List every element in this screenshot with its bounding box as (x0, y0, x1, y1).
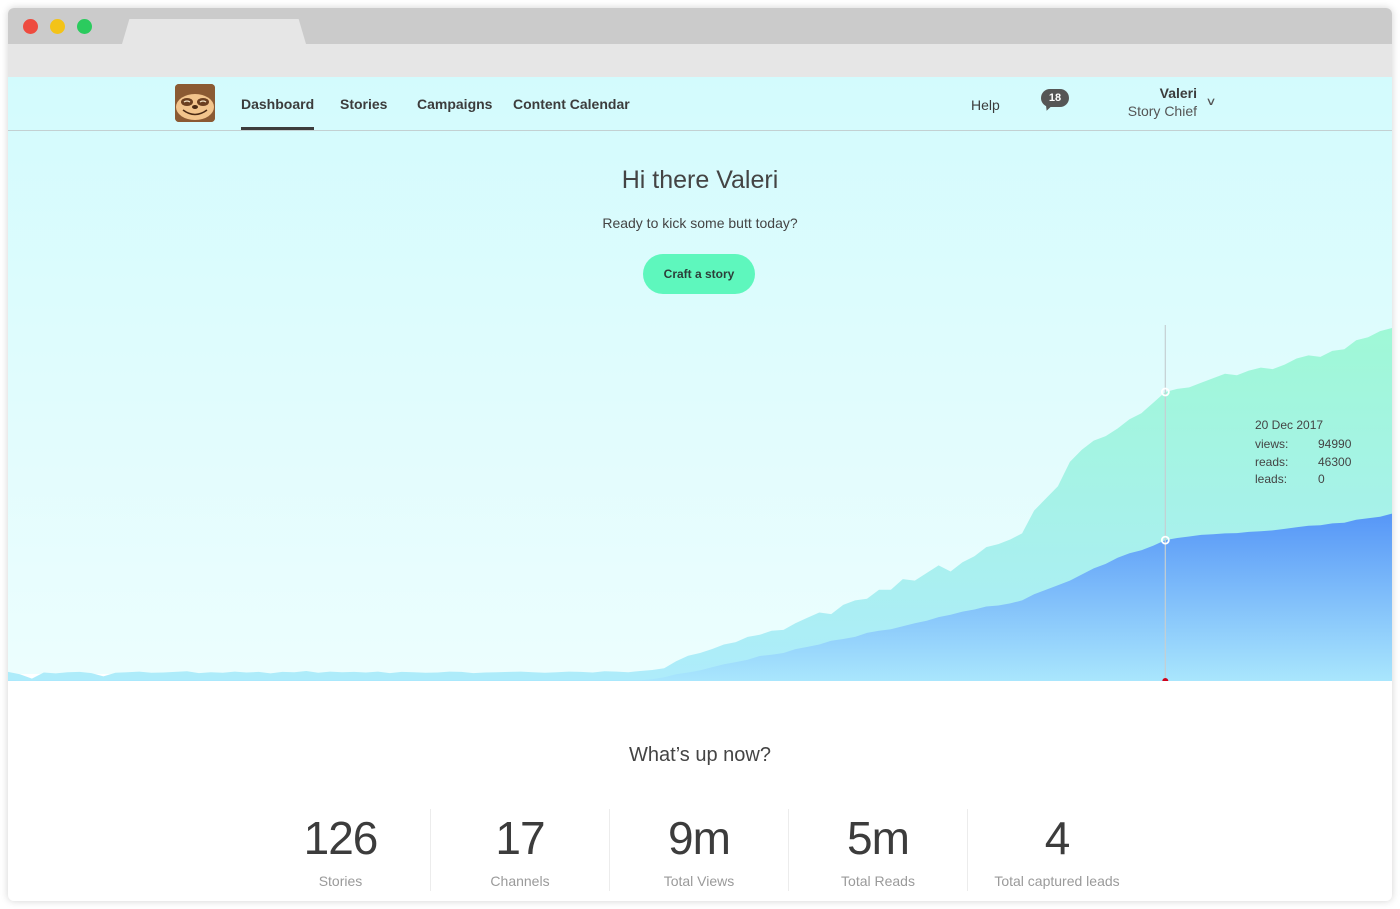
nav-stories[interactable]: Stories (340, 96, 387, 112)
stat-value: 17 (495, 812, 545, 864)
stat-value: 5m (847, 812, 910, 864)
maximize-window-button[interactable] (77, 19, 92, 34)
tooltip-value: 94990 (1318, 437, 1352, 451)
tooltip-label: views: (1255, 437, 1289, 451)
tooltip-date: 20 Dec 2017 (1255, 418, 1324, 432)
stat-label: Total Views (663, 873, 735, 889)
greeting-subtitle: Ready to kick some butt today? (602, 215, 798, 231)
stat-channels: 17 Channels (430, 809, 609, 891)
tooltip-row-views: views: 94990 (1255, 437, 1351, 455)
nav-campaigns[interactable]: Campaigns (417, 96, 492, 112)
tooltip-value: 46300 (1318, 454, 1352, 469)
user-menu[interactable]: Valeri Story Chief (1128, 85, 1197, 119)
active-tab-indicator (241, 127, 314, 130)
greeting-heading: Hi there Valeri (621, 166, 779, 194)
stat-label: Total captured leads (994, 873, 1120, 889)
tooltip-label: reads: (1255, 454, 1289, 469)
app: 20 Dec 2017 views: 94990 reads: 46300 le… (8, 77, 1392, 901)
nav-content-calendar[interactable]: Content Calendar (513, 96, 630, 112)
stat-total-leads: 4 Total captured leads (967, 809, 1146, 891)
help-link[interactable]: Help (971, 97, 1000, 113)
stat-label: Total Reads (841, 873, 915, 889)
chevron-down-icon[interactable]: ∨ (1205, 95, 1216, 108)
stats-heading: What’s up now? (629, 744, 771, 766)
tooltip-row-reads: reads: 46300 (1255, 455, 1351, 473)
user-name: Valeri (1159, 85, 1197, 101)
tooltip-value: 0 (1318, 472, 1325, 486)
tooltip-row-leads: leads: 0 (1255, 472, 1351, 490)
minimize-window-button[interactable] (50, 19, 65, 34)
tooltip-label: leads: (1255, 472, 1288, 486)
stat-value: 4 (1044, 812, 1071, 864)
browser-toolbar (8, 44, 1392, 77)
craft-story-button[interactable]: Craft a story (643, 254, 755, 294)
stat-stories: 126 Stories (251, 809, 430, 891)
stat-label: Stories (318, 873, 363, 889)
sloth-logo-icon[interactable] (175, 84, 215, 122)
hero-section: 20 Dec 2017 views: 94990 reads: 46300 le… (8, 77, 1392, 681)
stat-value: 9m (668, 812, 731, 864)
nav-dashboard[interactable]: Dashboard (241, 96, 314, 112)
title-bar (8, 8, 1392, 44)
notifications-button[interactable]: 18 (1041, 89, 1069, 113)
chart-tooltip: 20 Dec 2017 views: 94990 reads: 46300 le… (1255, 418, 1351, 490)
stat-total-views: 9m Total Views (609, 809, 788, 891)
top-navbar: Dashboard Stories Campaigns Content Cale… (8, 77, 1392, 131)
close-window-button[interactable] (23, 19, 38, 34)
stat-label: Channels (490, 873, 550, 889)
stat-total-reads: 5m Total Reads (788, 809, 967, 891)
browser-window: 20 Dec 2017 views: 94990 reads: 46300 le… (8, 8, 1392, 901)
stat-value: 126 (303, 812, 379, 864)
notification-count-badge: 18 (1041, 89, 1069, 107)
user-role: Story Chief (1127, 103, 1197, 119)
browser-tab[interactable] (122, 19, 306, 44)
